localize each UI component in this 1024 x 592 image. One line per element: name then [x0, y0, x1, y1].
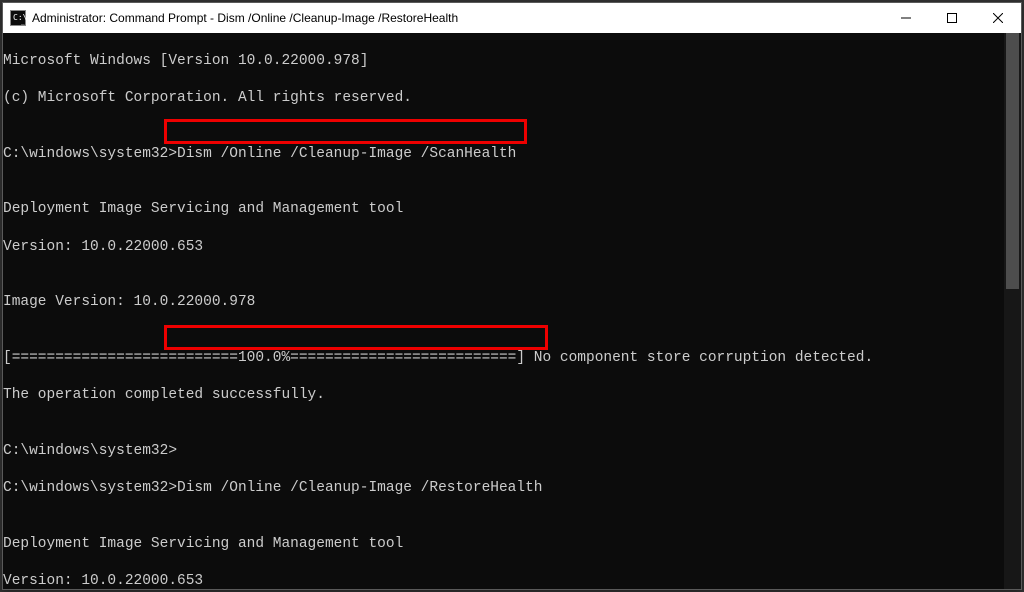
output-line: The operation completed successfully.	[3, 386, 1004, 405]
scroll-track	[1006, 33, 1019, 589]
window-title: Administrator: Command Prompt - Dism /On…	[32, 11, 883, 25]
prompt: C:\windows\system32>	[3, 146, 177, 162]
output-line: Version: 10.0.22000.653	[3, 238, 1004, 257]
command-text: Dism /Online /Cleanup-Image /ScanHealth	[177, 146, 516, 162]
cmd-icon: C:\ _	[10, 10, 26, 26]
cmd-window: C:\ _ Administrator: Command Prompt - Di…	[2, 2, 1022, 590]
output-line: (c) Microsoft Corporation. All rights re…	[3, 89, 1004, 108]
terminal-output[interactable]: Microsoft Windows [Version 10.0.22000.97…	[3, 33, 1004, 589]
svg-text:_: _	[21, 18, 25, 25]
close-button[interactable]	[975, 3, 1021, 33]
command-text: Dism /Online /Cleanup-Image /RestoreHeal…	[177, 480, 542, 496]
client-area: Microsoft Windows [Version 10.0.22000.97…	[3, 33, 1021, 589]
vertical-scrollbar[interactable]	[1004, 33, 1021, 589]
output-line: Deployment Image Servicing and Managemen…	[3, 200, 1004, 219]
output-line: Deployment Image Servicing and Managemen…	[3, 535, 1004, 554]
minimize-button[interactable]	[883, 3, 929, 33]
scroll-thumb[interactable]	[1006, 33, 1019, 289]
prompt: C:\windows\system32>	[3, 480, 177, 496]
progress-line: [==========================100.0%=======…	[3, 349, 1004, 368]
prompt-line: C:\windows\system32>	[3, 442, 1004, 461]
titlebar[interactable]: C:\ _ Administrator: Command Prompt - Di…	[3, 3, 1021, 33]
output-line: Microsoft Windows [Version 10.0.22000.97…	[3, 52, 1004, 71]
output-line: Image Version: 10.0.22000.978	[3, 293, 1004, 312]
output-line: Version: 10.0.22000.653	[3, 572, 1004, 589]
command-line-2: C:\windows\system32>Dism /Online /Cleanu…	[3, 479, 1004, 498]
window-controls	[883, 3, 1021, 33]
maximize-button[interactable]	[929, 3, 975, 33]
command-line-1: C:\windows\system32>Dism /Online /Cleanu…	[3, 145, 1004, 164]
